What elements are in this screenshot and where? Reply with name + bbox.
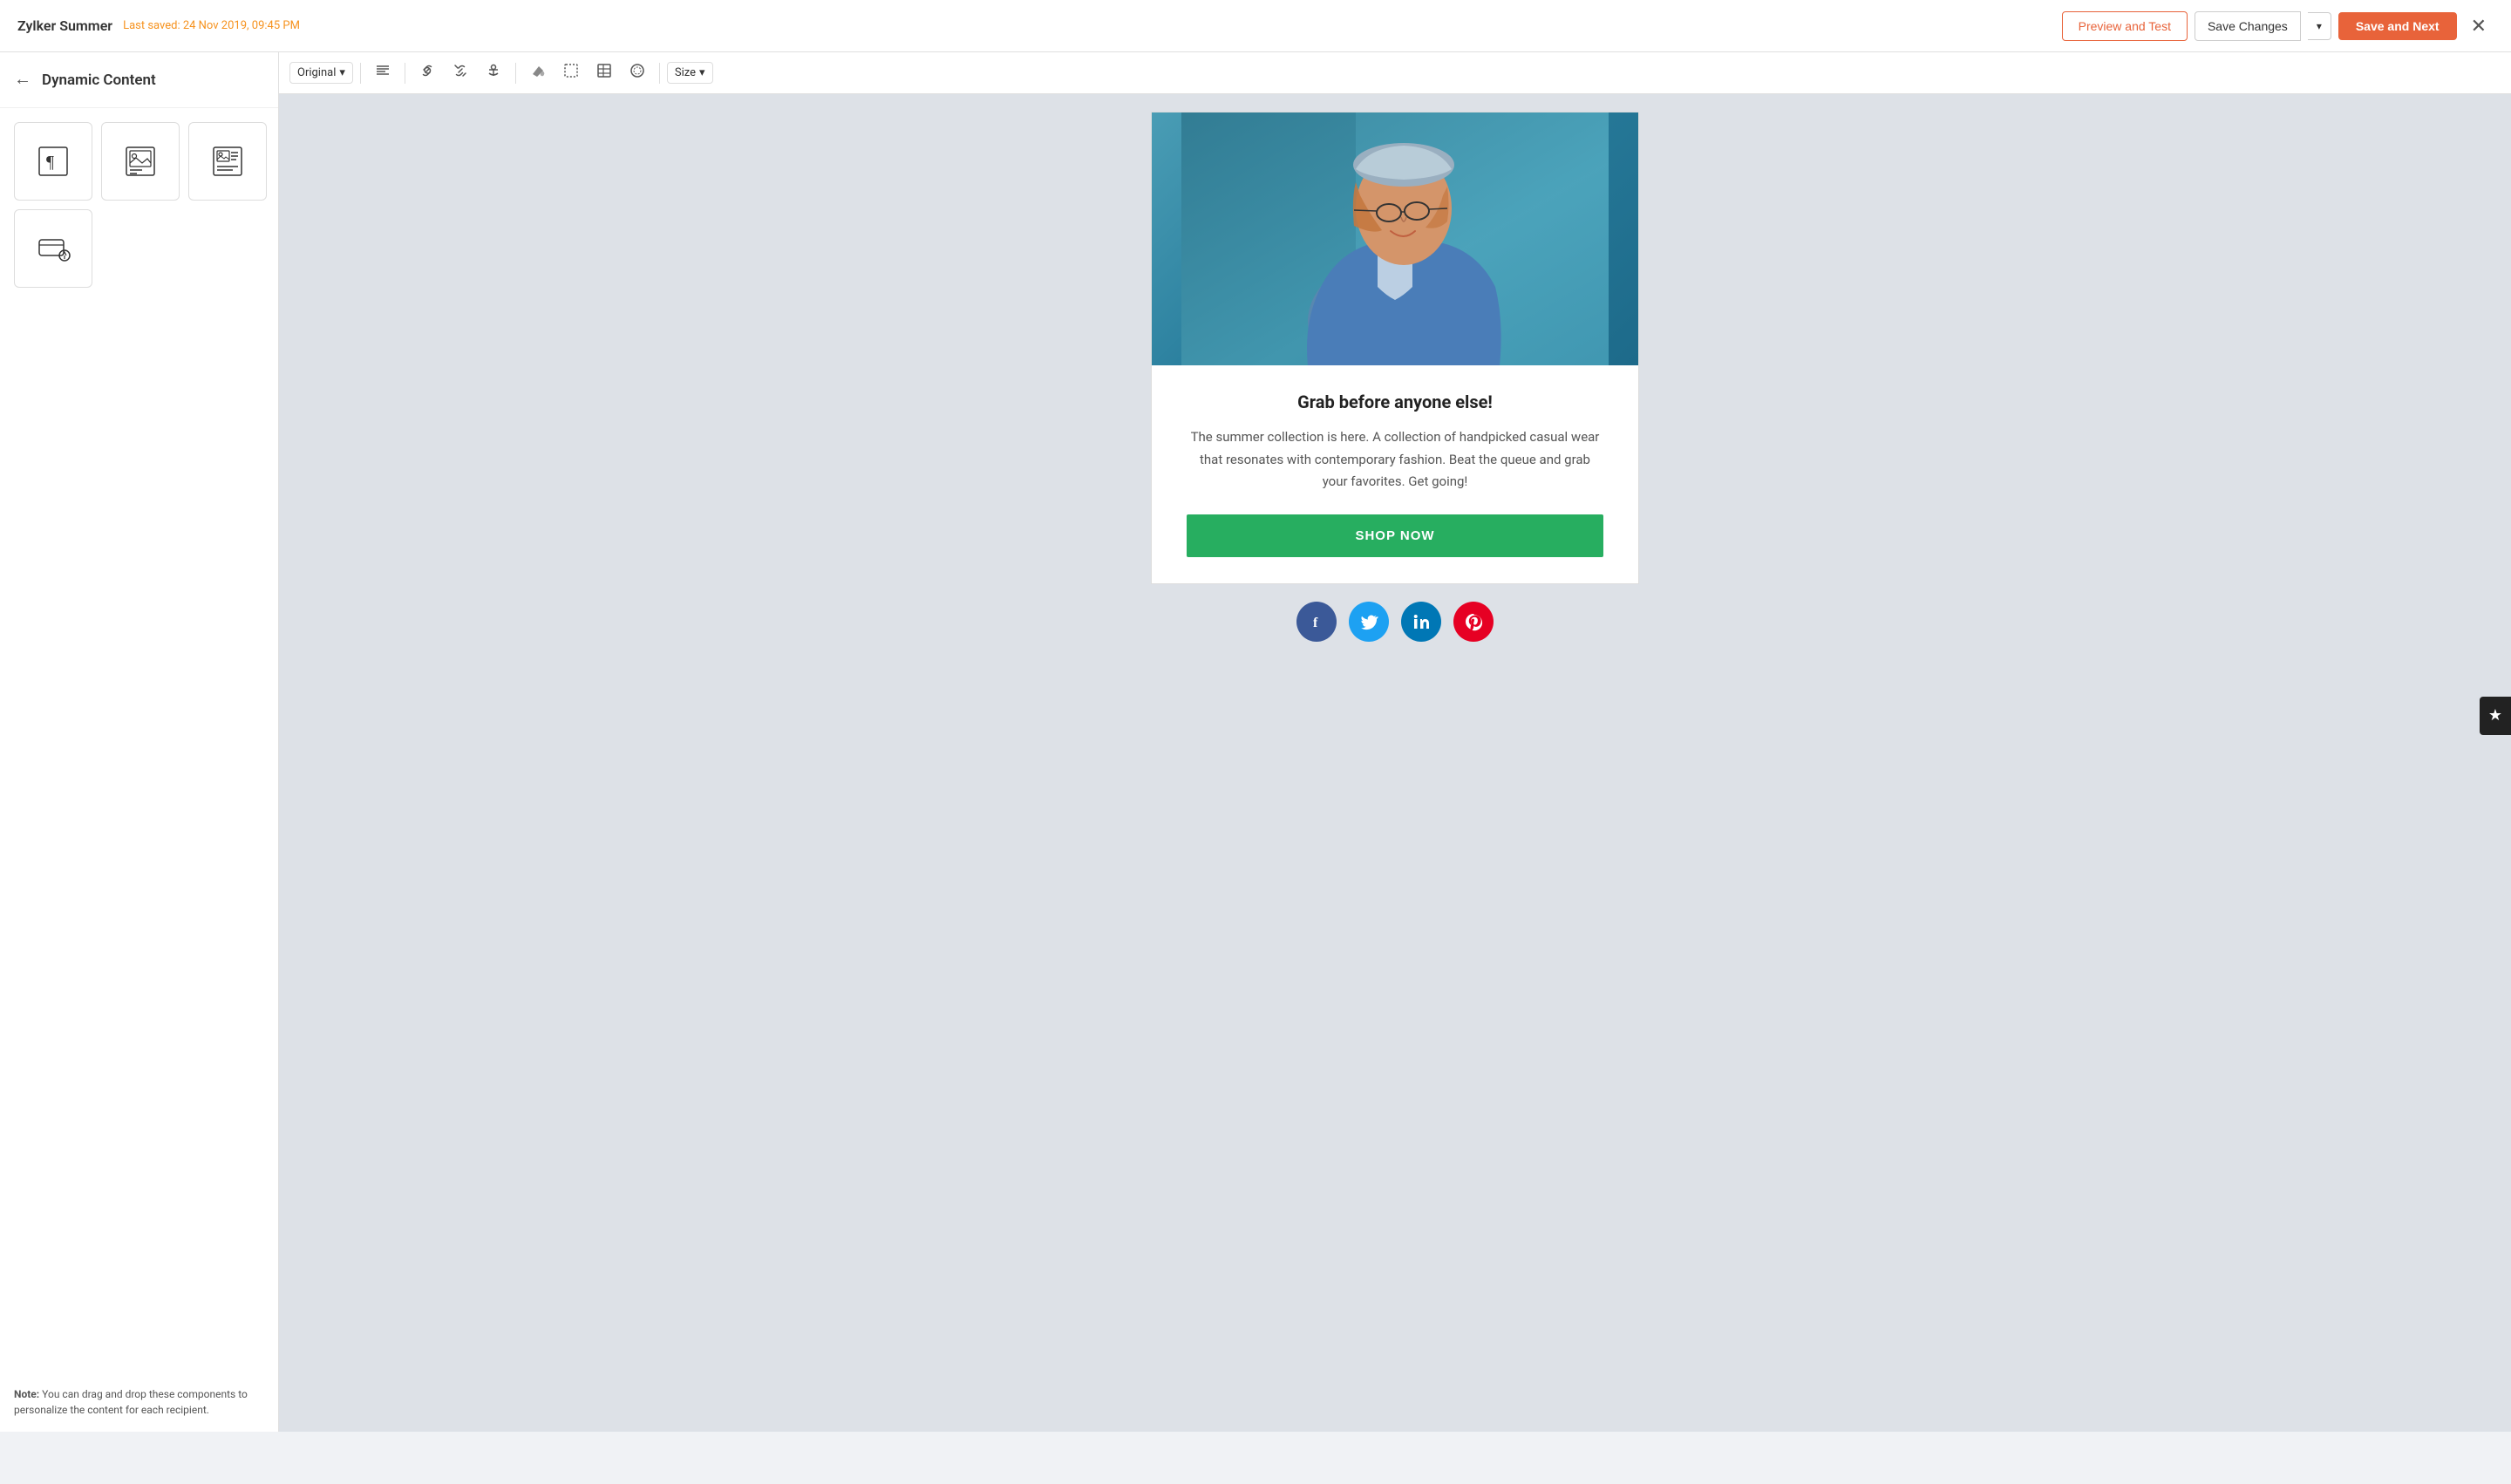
text-block-component[interactable]: ¶ — [14, 122, 92, 201]
close-button[interactable]: ✕ — [2464, 11, 2494, 41]
note-bold: Note: — [14, 1388, 39, 1400]
toolbar-divider-4 — [659, 63, 660, 84]
interactive-block-icon — [36, 231, 71, 266]
back-button[interactable]: ← — [14, 70, 31, 90]
save-changes-dropdown-button[interactable]: ▾ — [2308, 12, 2331, 40]
hero-image-svg — [1181, 112, 1609, 365]
last-saved-label: Last saved: 24 Nov 2019, 09:45 PM — [123, 19, 300, 32]
sidebar-note: Note: You can drag and drop these compon… — [0, 1372, 278, 1432]
text-block-icon: ¶ — [36, 144, 71, 179]
fill-color-icon — [530, 63, 546, 78]
favorites-button[interactable]: ★ — [2480, 697, 2511, 735]
pinterest-icon — [1464, 612, 1483, 631]
table-button[interactable] — [589, 58, 619, 88]
align-icon — [375, 63, 391, 78]
editor-toolbar: Original ▾ — [279, 52, 2511, 94]
twitter-social-icon[interactable] — [1349, 602, 1389, 642]
unlink-button[interactable] — [446, 58, 475, 88]
anchor-icon — [486, 63, 501, 78]
align-button[interactable] — [368, 58, 398, 88]
link-icon — [419, 63, 435, 78]
email-container: Grab before anyone else! The summer coll… — [1151, 112, 1639, 584]
size-label: Size — [675, 66, 696, 79]
pinterest-social-icon[interactable] — [1453, 602, 1494, 642]
email-headline: Grab before anyone else! — [1187, 391, 1603, 412]
linkedin-social-icon[interactable] — [1401, 602, 1441, 642]
header-left: Zylker Summer Last saved: 24 Nov 2019, 0… — [17, 17, 300, 34]
anchor-button[interactable] — [479, 58, 508, 88]
save-and-next-button[interactable]: Save and Next — [2338, 12, 2457, 40]
image-block-component[interactable] — [101, 122, 180, 201]
header-right: Preview and Test Save Changes ▾ Save and… — [2062, 11, 2494, 41]
main-layout: ← Dynamic Content ¶ — [0, 52, 2511, 1432]
unlink-icon — [453, 63, 468, 78]
save-changes-button[interactable]: Save Changes — [2195, 11, 2301, 41]
dynamic-content-sidebar: ← Dynamic Content ¶ — [0, 52, 279, 1432]
effects-icon — [629, 63, 645, 78]
dropdown-arrow-icon: ▾ — [339, 66, 345, 79]
toolbar-divider-1 — [360, 63, 361, 84]
image-text-block-icon — [210, 144, 245, 179]
editor-area: Original ▾ — [279, 52, 2511, 1432]
image-text-block-component[interactable] — [188, 122, 267, 201]
select-icon — [563, 63, 579, 78]
size-dropdown[interactable]: Size ▾ — [667, 62, 713, 84]
email-hero-image — [1152, 112, 1638, 365]
image-block-icon — [123, 144, 158, 179]
twitter-icon — [1359, 612, 1378, 631]
note-text: You can drag and drop these components t… — [14, 1388, 248, 1416]
fill-color-button[interactable] — [523, 58, 553, 88]
shop-now-button[interactable]: SHOP NOW — [1187, 514, 1603, 557]
original-label: Original — [297, 66, 336, 79]
sidebar-header: ← Dynamic Content — [0, 52, 278, 108]
app-title: Zylker Summer — [17, 17, 112, 34]
facebook-social-icon[interactable]: f — [1296, 602, 1337, 642]
canvas-wrapper: Grab before anyone else! The summer coll… — [1151, 94, 1639, 694]
app-header: Zylker Summer Last saved: 24 Nov 2019, 0… — [0, 0, 2511, 52]
link-button[interactable] — [412, 58, 442, 88]
original-dropdown[interactable]: Original ▾ — [289, 62, 353, 84]
email-canvas: Grab before anyone else! The summer coll… — [279, 94, 2511, 1432]
svg-text:f: f — [1313, 616, 1318, 630]
table-icon — [596, 63, 612, 78]
select-button[interactable] — [556, 58, 586, 88]
svg-text:¶: ¶ — [46, 153, 54, 172]
size-arrow-icon: ▾ — [699, 66, 705, 79]
sidebar-title: Dynamic Content — [42, 71, 156, 89]
facebook-icon: f — [1307, 612, 1326, 631]
toolbar-divider-3 — [515, 63, 516, 84]
email-body: Grab before anyone else! The summer coll… — [1152, 365, 1638, 583]
interactive-block-component[interactable] — [14, 209, 92, 288]
social-links-row: f — [1151, 584, 1639, 659]
preview-and-test-button[interactable]: Preview and Test — [2062, 11, 2188, 41]
chevron-down-icon: ▾ — [2317, 20, 2322, 32]
component-grid: ¶ — [0, 108, 278, 302]
effects-button[interactable] — [623, 58, 652, 88]
email-body-text: The summer collection is here. A collect… — [1187, 426, 1603, 494]
linkedin-icon — [1412, 612, 1431, 631]
